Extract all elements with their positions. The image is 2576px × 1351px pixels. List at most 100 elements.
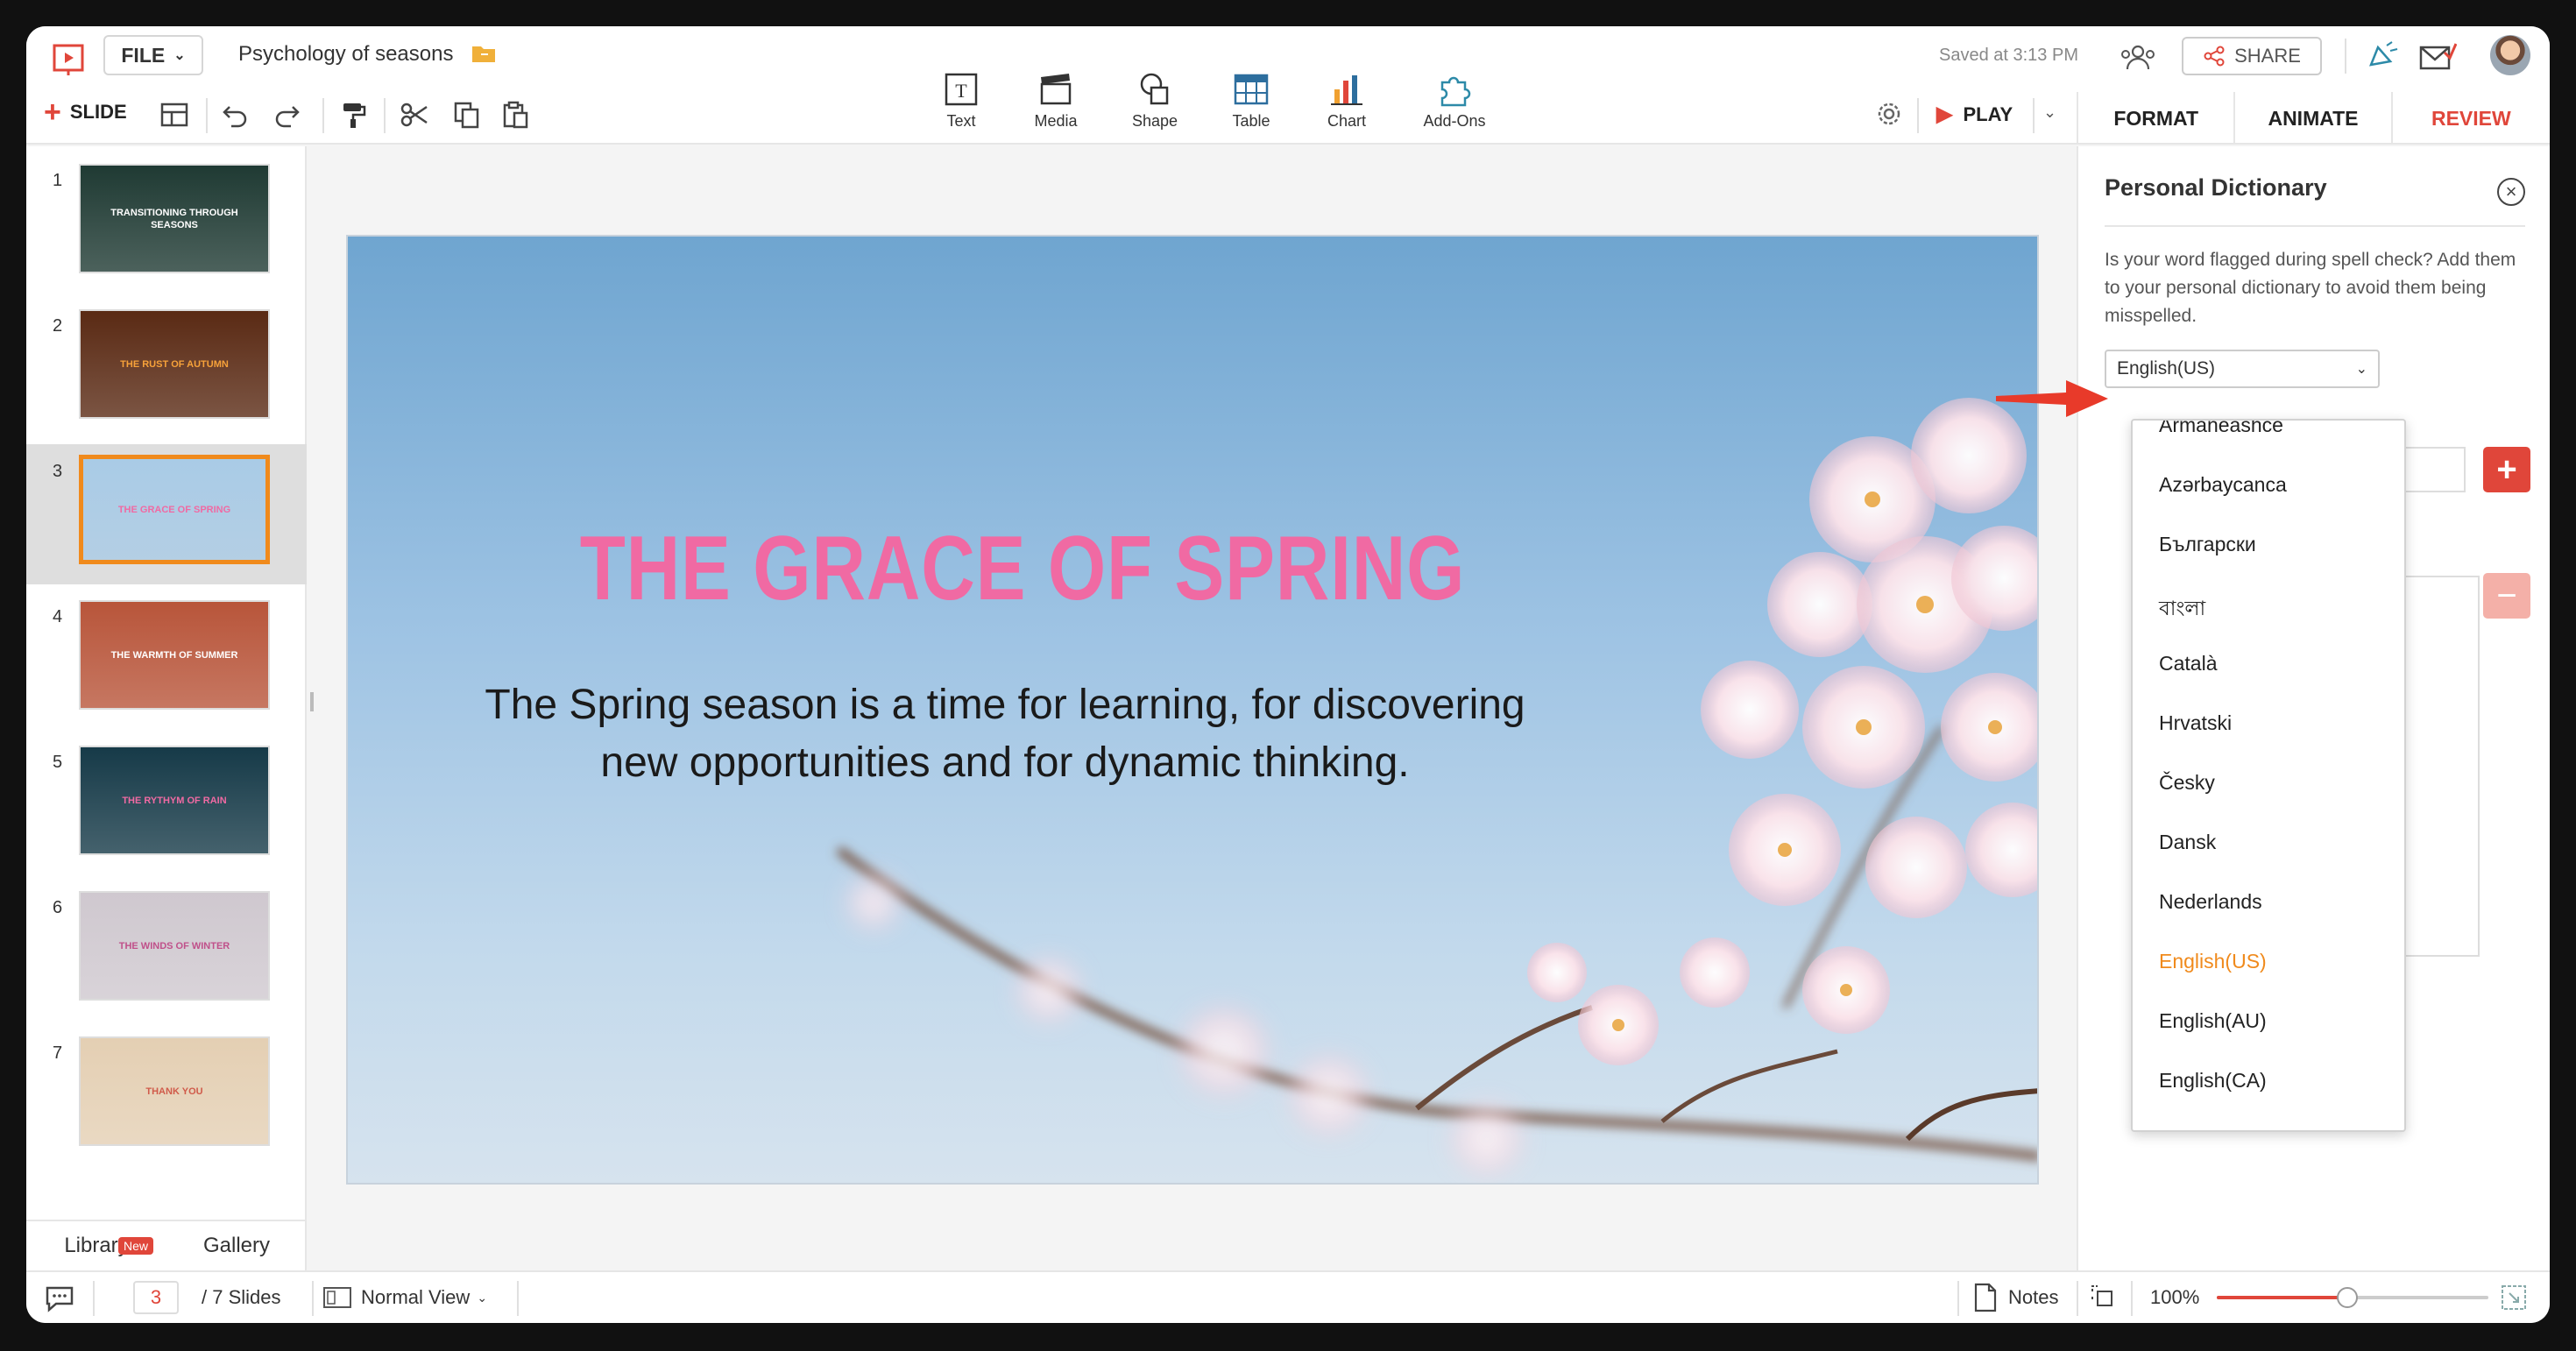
current-page-input[interactable]: 3 — [133, 1281, 179, 1314]
layout-icon[interactable] — [159, 100, 189, 130]
library-gallery-footer: Library Gallery — [26, 1220, 307, 1270]
play-button[interactable]: ▶ PLAY — [1936, 102, 2013, 127]
insert-chart-button[interactable]: Chart — [1299, 70, 1395, 140]
tab-animate[interactable]: ANIMATE — [2235, 92, 2393, 145]
chevron-down-icon: ⌄ — [2355, 362, 2367, 377]
tab-review[interactable]: REVIEW — [2393, 92, 2550, 145]
app-logo-icon[interactable] — [51, 42, 89, 77]
copy-icon[interactable] — [452, 100, 482, 130]
add-slide-label: SLIDE — [69, 101, 127, 123]
fit-to-screen-icon[interactable] — [2091, 1284, 2117, 1311]
normal-view-icon — [323, 1287, 351, 1308]
language-option[interactable]: English(US) — [2159, 950, 2267, 973]
collaborators-icon[interactable] — [2117, 42, 2159, 72]
slide-thumbnail-preview: THE WARMTH OF SUMMER — [79, 600, 270, 710]
language-option[interactable]: Armâneashce — [2159, 421, 2283, 437]
user-avatar[interactable] — [2490, 35, 2530, 75]
announcements-icon[interactable] — [2366, 39, 2401, 74]
panel-resize-handle[interactable] — [310, 692, 314, 711]
notes-icon — [1974, 1283, 1997, 1312]
slide-thumbnail[interactable]: 6 THE WINDS OF WINTER — [26, 881, 307, 1021]
folder-icon[interactable] — [471, 44, 496, 63]
language-option[interactable]: Български — [2159, 533, 2256, 556]
slide-thumbnail-title: THE WARMTH OF SUMMER — [110, 649, 238, 661]
panel-tabs: FORMAT ANIMATE REVIEW — [2077, 92, 2550, 145]
bar-chart-icon — [1331, 75, 1362, 105]
file-menu-label: FILE — [121, 43, 166, 67]
document-title[interactable]: Psychology of seasons — [238, 42, 453, 67]
slide-thumbnail[interactable]: 5 THE RYTHYM OF RAIN — [26, 735, 307, 875]
remove-word-button[interactable]: − — [2483, 573, 2530, 619]
play-icon: ▶ — [1936, 103, 1953, 126]
language-option[interactable]: English(NZ) — [2159, 1128, 2265, 1130]
toolbar-divider — [384, 98, 386, 133]
chevron-down-icon: ⌄ — [477, 1290, 488, 1305]
slide-thumbnail-number: 6 — [53, 898, 63, 917]
language-option[interactable]: Dansk — [2159, 831, 2216, 854]
slide-thumbnail[interactable]: 7 THANK YOU — [26, 1026, 307, 1166]
slide-thumbnail-title: TRANSITIONING THROUGH SEASONS — [110, 207, 238, 230]
play-options-chevron-icon[interactable]: ⌄ — [2043, 103, 2056, 122]
add-word-button[interactable]: + — [2483, 447, 2530, 492]
redo-icon[interactable] — [272, 100, 301, 130]
comments-icon[interactable] — [44, 1283, 75, 1312]
slide-thumbnail[interactable]: 3 THE GRACE OF SPRING — [26, 444, 307, 584]
slide-thumbnail-number: 5 — [53, 753, 63, 772]
cut-icon[interactable] — [400, 100, 429, 130]
language-option[interactable]: Azərbaycanca — [2159, 473, 2287, 497]
status-divider — [312, 1281, 314, 1316]
gallery-button[interactable]: Gallery — [166, 1234, 307, 1258]
zoom-level: 100% — [2150, 1286, 2200, 1308]
play-label: PLAY — [1963, 103, 2013, 125]
panel-description: Is your word flagged during spell check?… — [2105, 250, 2516, 326]
panel-divider — [2105, 225, 2525, 227]
insert-table-button[interactable]: Table — [1203, 70, 1299, 140]
view-mode-select[interactable]: Normal View ⌄ — [361, 1286, 487, 1309]
slide-canvas[interactable]: THE GRACE OF SPRING The Spring season is… — [346, 235, 2039, 1185]
language-option[interactable]: বাংলা — [2159, 592, 2205, 626]
top-toolbar: FILE ⌄ Psychology of seasons + SLIDE T Tex… — [26, 26, 2550, 145]
language-option[interactable]: Català — [2159, 652, 2217, 676]
tab-format[interactable]: FORMAT — [2078, 92, 2236, 145]
toolbar-divider — [2033, 98, 2035, 133]
language-select[interactable]: English(US) ⌄ — [2105, 350, 2380, 388]
close-icon[interactable]: × — [2497, 178, 2525, 206]
insert-media-button[interactable]: Media — [1008, 70, 1104, 140]
paste-icon[interactable] — [501, 100, 531, 130]
feedback-mail-icon[interactable] — [2418, 40, 2457, 72]
slide-thumbnail-number: 4 — [53, 607, 63, 626]
zoom-slider-fill — [2217, 1296, 2347, 1299]
language-dropdown[interactable]: Armâneashce Azərbaycanca Български বাংলা Cat… — [2131, 419, 2406, 1132]
puzzle-icon — [1440, 76, 1471, 107]
share-button[interactable]: SHARE — [2182, 37, 2322, 75]
toolbar-divider — [206, 98, 208, 133]
slide-thumbnail[interactable]: 1 TRANSITIONING THROUGH SEASONS — [26, 153, 307, 294]
notes-toggle[interactable]: Notes — [2008, 1286, 2058, 1309]
language-option[interactable]: Hrvatski — [2159, 711, 2232, 735]
insert-shape-label: Shape — [1131, 112, 1178, 130]
slide-thumbnail[interactable]: 2 THE RUST OF AUTUMN — [26, 299, 307, 439]
format-painter-icon[interactable] — [338, 100, 368, 130]
insert-text-button[interactable]: T Text — [913, 70, 1009, 140]
insert-table-label: Table — [1232, 112, 1270, 130]
status-divider — [2077, 1281, 2078, 1316]
add-ons-button[interactable]: Add-Ons — [1406, 70, 1503, 140]
slide-subtitle[interactable]: The Spring season is a time for learning… — [471, 676, 1539, 792]
language-option[interactable]: Česky — [2159, 771, 2215, 795]
fullscreen-icon[interactable] — [2499, 1283, 2529, 1312]
insert-shape-button[interactable]: Shape — [1107, 70, 1203, 140]
slide-thumbnail[interactable]: 4 THE WARMTH OF SUMMER — [26, 590, 307, 730]
language-option[interactable]: English(AU) — [2159, 1009, 2267, 1033]
slide-thumbnail-title: THANK YOU — [145, 1086, 203, 1097]
slide-thumbnail-preview: THE RYTHYM OF RAIN — [79, 746, 270, 855]
add-slide-button[interactable]: + SLIDE — [44, 97, 127, 127]
slide-title[interactable]: THE GRACE OF SPRING — [470, 517, 1576, 621]
language-option[interactable]: Nederlands — [2159, 890, 2262, 914]
slide-thumbnail-title: THE RUST OF AUTUMN — [120, 358, 229, 370]
zoom-slider-handle[interactable] — [2337, 1287, 2358, 1308]
slide-thumbnail-title: THE RYTHYM OF RAIN — [122, 795, 227, 806]
settings-gear-icon[interactable] — [1872, 96, 1907, 131]
file-menu-button[interactable]: FILE ⌄ — [103, 35, 203, 75]
undo-icon[interactable] — [221, 100, 251, 130]
language-option[interactable]: English(CA) — [2159, 1069, 2267, 1093]
